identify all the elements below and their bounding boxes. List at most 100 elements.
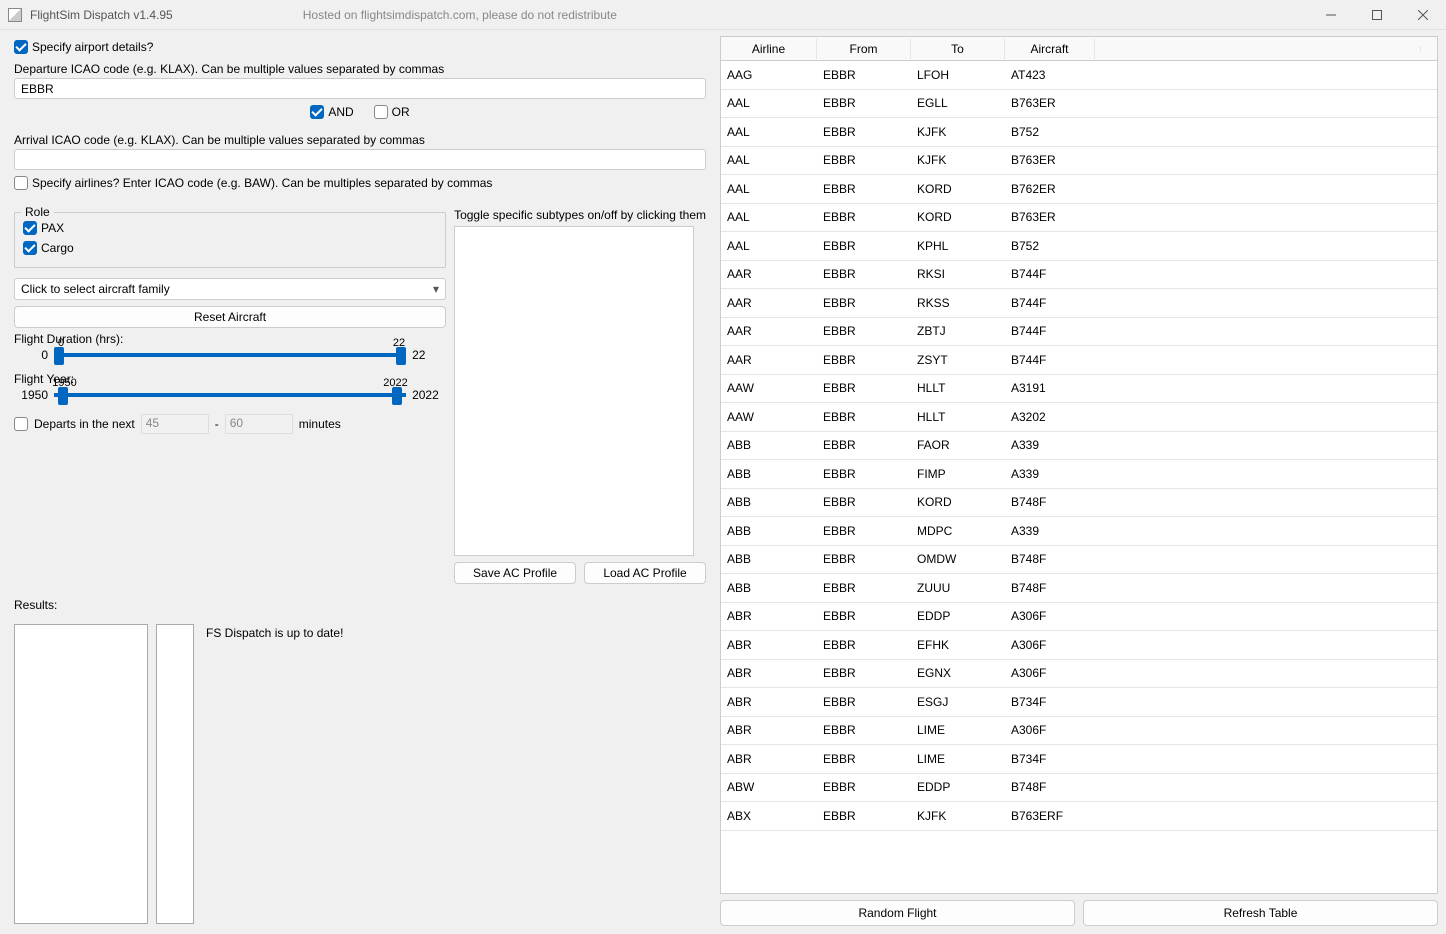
and-checkbox[interactable]	[310, 105, 324, 119]
table-row[interactable]: ABREBBREFHKA306F	[721, 631, 1437, 660]
or-label: OR	[392, 105, 410, 119]
cell-from: EBBR	[817, 605, 911, 627]
cell-aircraft: A339	[1005, 463, 1095, 485]
table-row[interactable]: AAREBBRRKSIB744F	[721, 261, 1437, 290]
departs-min-input: 45	[141, 414, 209, 434]
refresh-table-button[interactable]: Refresh Table	[1083, 900, 1438, 926]
cell-to: ZUUU	[911, 577, 1005, 599]
table-row[interactable]: AAREBBRZBTJB744F	[721, 318, 1437, 347]
col-to[interactable]: To	[911, 39, 1005, 59]
table-row[interactable]: AAWEBBRHLLTA3202	[721, 403, 1437, 432]
departs-checkbox[interactable]	[14, 417, 28, 431]
cell-from: EBBR	[817, 691, 911, 713]
cell-aircraft: A306F	[1005, 662, 1095, 684]
col-aircraft[interactable]: Aircraft	[1005, 39, 1095, 59]
table-row[interactable]: AALEBBRKORDB763ER	[721, 204, 1437, 233]
col-airline[interactable]: Airline	[721, 39, 817, 59]
cell-from: EBBR	[817, 377, 911, 399]
departs-label: Departs in the next	[34, 417, 135, 431]
table-row[interactable]: ABBEBBRMDPCA339	[721, 517, 1437, 546]
table-row[interactable]: ABREBBREGNXA306F	[721, 660, 1437, 689]
specify-airlines-label: Specify airlines? Enter ICAO code (e.g. …	[32, 176, 492, 190]
cell-spacer	[1095, 584, 1437, 592]
toggle-subtypes-label: Toggle specific subtypes on/off by click…	[454, 208, 706, 222]
duration-thumb-max[interactable]	[396, 347, 406, 365]
cell-from: EBBR	[817, 634, 911, 656]
year-thumb-min[interactable]	[58, 387, 68, 405]
cell-to: RKSS	[911, 292, 1005, 314]
table-row[interactable]: ABBEBBRFAORA339	[721, 432, 1437, 461]
load-ac-profile-button[interactable]: Load AC Profile	[584, 562, 706, 584]
cell-from: EBBR	[817, 349, 911, 371]
cell-from: EBBR	[817, 92, 911, 114]
table-row[interactable]: ABXEBBRKJFKB763ERF	[721, 802, 1437, 831]
table-row[interactable]: ABBEBBRZUUUB748F	[721, 574, 1437, 603]
table-row[interactable]: AAREBBRZSYTB744F	[721, 346, 1437, 375]
cell-from: EBBR	[817, 719, 911, 741]
aircraft-family-select[interactable]: Click to select aircraft family ▾	[14, 278, 446, 300]
year-thumb-max[interactable]	[392, 387, 402, 405]
cell-spacer	[1095, 99, 1437, 107]
cell-spacer	[1095, 783, 1437, 791]
table-row[interactable]: ABREBBRLIMEB734F	[721, 745, 1437, 774]
titlebar: FlightSim Dispatch v1.4.95 Hosted on fli…	[0, 0, 1446, 30]
table-row[interactable]: AAGEBBRLFOHAT423	[721, 61, 1437, 90]
results-listbox-1[interactable]	[14, 624, 148, 924]
cell-from: EBBR	[817, 577, 911, 599]
close-button[interactable]	[1400, 0, 1446, 30]
cell-to: EFHK	[911, 634, 1005, 656]
role-group: Role PAX Cargo	[14, 212, 446, 268]
table-row[interactable]: AALEBBREGLLB763ER	[721, 90, 1437, 119]
cargo-checkbox[interactable]	[23, 241, 37, 255]
routes-panel: Airline From To Aircraft AAGEBBRLFOHAT42…	[716, 30, 1446, 934]
cell-airline: ABB	[721, 491, 817, 513]
table-row[interactable]: AALEBBRKPHLB752	[721, 232, 1437, 261]
save-ac-profile-button[interactable]: Save AC Profile	[454, 562, 576, 584]
pax-checkbox[interactable]	[23, 221, 37, 235]
table-row[interactable]: ABBEBBROMDWB748F	[721, 546, 1437, 575]
table-row[interactable]: ABBEBBRFIMPA339	[721, 460, 1437, 489]
cell-to: MDPC	[911, 520, 1005, 542]
minimize-button[interactable]	[1308, 0, 1354, 30]
cell-aircraft: A306F	[1005, 605, 1095, 627]
cell-to: KORD	[911, 206, 1005, 228]
year-slider[interactable]: 1950 2022	[54, 393, 406, 397]
specify-airport-checkbox[interactable]	[14, 40, 28, 54]
arrival-input[interactable]	[14, 149, 706, 170]
table-row[interactable]: AALEBBRKJFKB752	[721, 118, 1437, 147]
cell-to: KJFK	[911, 805, 1005, 827]
random-flight-button[interactable]: Random Flight	[720, 900, 1075, 926]
cell-from: EBBR	[817, 463, 911, 485]
table-row[interactable]: AALEBBRKJFKB763ER	[721, 147, 1437, 176]
table-body[interactable]: AAGEBBRLFOHAT423AALEBBREGLLB763ERAALEBBR…	[721, 61, 1437, 893]
cell-airline: AAW	[721, 377, 817, 399]
departs-dash: -	[215, 417, 219, 431]
specify-airlines-checkbox[interactable]	[14, 176, 28, 190]
duration-thumb-min[interactable]	[54, 347, 64, 365]
departure-input[interactable]	[14, 78, 706, 99]
cell-from: EBBR	[817, 292, 911, 314]
table-row[interactable]: AAREBBRRKSSB744F	[721, 289, 1437, 318]
subtypes-listbox[interactable]	[454, 226, 694, 556]
results-listbox-2[interactable]	[156, 624, 194, 924]
reset-aircraft-button[interactable]: Reset Aircraft	[14, 306, 446, 328]
status-text: FS Dispatch is up to date!	[202, 624, 706, 924]
table-row[interactable]: AAWEBBRHLLTA3191	[721, 375, 1437, 404]
cell-aircraft: B744F	[1005, 263, 1095, 285]
table-row[interactable]: ABBEBBRKORDB748F	[721, 489, 1437, 518]
or-checkbox[interactable]	[374, 105, 388, 119]
cell-from: EBBR	[817, 178, 911, 200]
cell-from: EBBR	[817, 776, 911, 798]
cell-to: EDDP	[911, 776, 1005, 798]
maximize-button[interactable]	[1354, 0, 1400, 30]
cell-spacer	[1095, 555, 1437, 563]
cell-spacer	[1095, 641, 1437, 649]
table-row[interactable]: ABREBBRLIMEA306F	[721, 717, 1437, 746]
duration-slider[interactable]: 0 22	[54, 353, 406, 357]
table-row[interactable]: ABREBBRESGJB734F	[721, 688, 1437, 717]
table-row[interactable]: AALEBBRKORDB762ER	[721, 175, 1437, 204]
col-from[interactable]: From	[817, 39, 911, 59]
table-row[interactable]: ABREBBREDDPA306F	[721, 603, 1437, 632]
table-row[interactable]: ABWEBBREDDPB748F	[721, 774, 1437, 803]
cell-from: EBBR	[817, 748, 911, 770]
